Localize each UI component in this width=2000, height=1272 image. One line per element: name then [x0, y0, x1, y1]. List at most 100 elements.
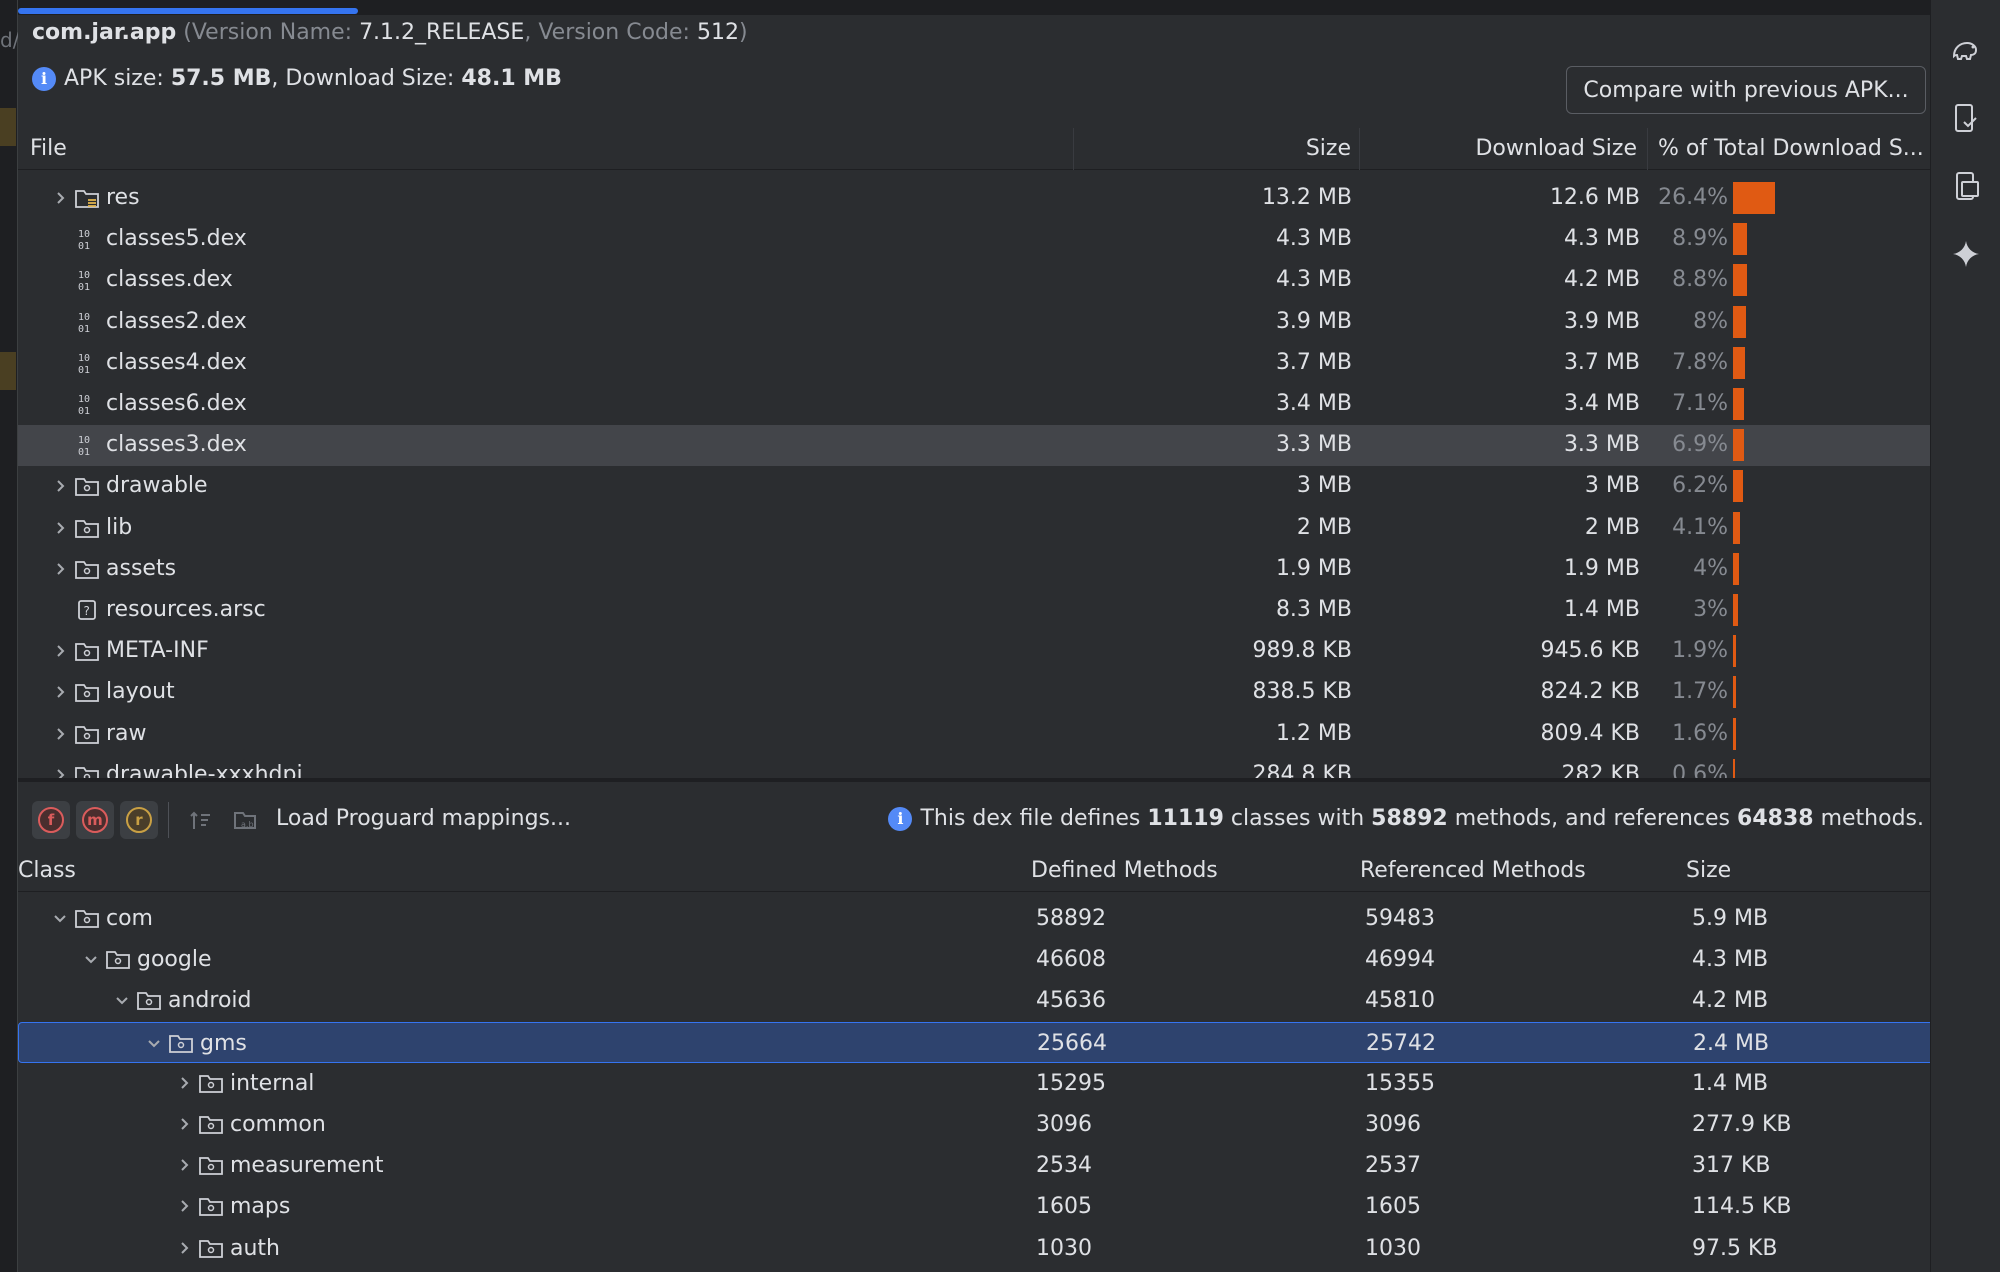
file-download-percent: 6.2% [1672, 473, 1728, 499]
file-row[interactable]: 10 01 classes.dex 4.3 MB 4.2 MB 8.8% [18, 260, 1930, 301]
download-percent-bar [1733, 429, 1744, 462]
download-percent-bar [1733, 264, 1747, 297]
chevron-down-icon[interactable] [144, 1033, 164, 1053]
file-download-size: 3.4 MB [1563, 391, 1640, 416]
folder-icon [74, 638, 100, 664]
chevron-right-icon[interactable] [50, 765, 70, 778]
class-name: measurement [230, 1153, 384, 1179]
file-download-size: 4.3 MB [1563, 226, 1640, 252]
file-row[interactable]: 10 01 classes3.dex 3.3 MB 3.3 MB 6.9% [18, 425, 1930, 467]
load-proguard-mappings-link[interactable]: Load Proguard mappings... [276, 806, 571, 831]
chevron-right-icon[interactable] [50, 559, 70, 579]
file-row[interactable]: assets 1.9 MB 1.9 MB 4% [18, 549, 1930, 590]
svg-text:10: 10 [78, 270, 90, 281]
chevron-right-icon[interactable] [50, 724, 70, 744]
class-row[interactable]: android 45636 45810 4.2 MB [18, 980, 1948, 1021]
info-icon: i [32, 66, 56, 91]
gemini-sparkle-icon[interactable] [1948, 236, 1984, 272]
class-row[interactable]: common 3096 3096 277.9 KB [18, 1104, 1948, 1145]
sort-icon[interactable] [186, 805, 216, 835]
class-row[interactable]: maps 1605 1605 114.5 KB [18, 1186, 1948, 1227]
package-view-icon[interactable]: a.b [230, 805, 260, 835]
chevron-down-icon[interactable] [50, 908, 70, 928]
chevron-right-icon[interactable] [50, 476, 70, 496]
show-methods-button[interactable]: m [76, 801, 114, 839]
device-explorer-icon[interactable] [1948, 168, 1984, 204]
class-size: 2.4 MB [1693, 1030, 1770, 1056]
column-referenced-methods[interactable]: Referenced Methods [1360, 858, 1586, 883]
file-row[interactable]: 10 01 classes4.dex 3.7 MB 3.7 MB 7.8% [18, 343, 1930, 384]
info-icon: i [888, 806, 913, 831]
file-download-percent: 8% [1693, 308, 1728, 334]
file-row[interactable]: 10 01 classes6.dex 3.4 MB 3.4 MB 7.1% [18, 384, 1930, 425]
compare-apk-button[interactable]: Compare with previous APK... [1566, 66, 1926, 114]
file-row[interactable]: res 13.2 MB 12.6 MB 26.4% [18, 178, 1930, 219]
chevron-right-icon[interactable] [174, 1114, 194, 1134]
file-name: assets [106, 555, 177, 581]
file-size: 1.9 MB [1275, 555, 1352, 581]
device-manager-icon[interactable] [1948, 100, 1984, 136]
file-row[interactable]: META-INF 989.8 KB 945.6 KB 1.9% [18, 631, 1930, 672]
file-download-percent: 8.9% [1672, 226, 1728, 252]
download-size-value: 48.1 MB [461, 66, 562, 91]
svg-text:01: 01 [78, 447, 90, 457]
column-class-size[interactable]: Size [1686, 858, 1731, 883]
file-row[interactable]: 10 01 classes5.dex 4.3 MB 4.3 MB 8.9% [18, 219, 1930, 260]
chevron-right-icon[interactable] [50, 188, 70, 208]
show-fields-button[interactable]: f [32, 801, 70, 839]
defined-methods: 2534 [1036, 1153, 1092, 1179]
file-row[interactable]: 10 01 classes2.dex 3.9 MB 3.9 MB 8% [18, 302, 1930, 343]
gradle-elephant-icon[interactable] [1948, 32, 1984, 68]
file-row[interactable]: layout 838.5 KB 824.2 KB 1.7% [18, 672, 1930, 713]
column-file[interactable]: File [18, 127, 1074, 170]
class-row[interactable]: auth 1030 1030 97.5 KB [18, 1228, 1948, 1269]
file-download-size: 809.4 KB [1540, 720, 1641, 746]
file-row[interactable]: ? resources.arsc 8.3 MB 1.4 MB 3% [18, 590, 1930, 631]
file-size: 838.5 KB [1252, 679, 1353, 705]
file-download-percent: 1.7% [1672, 679, 1728, 705]
class-size: 277.9 KB [1692, 1112, 1792, 1137]
class-row[interactable]: internal 15295 15355 1.4 MB [18, 1063, 1948, 1104]
chevron-right-icon[interactable] [50, 682, 70, 702]
class-name: internal [230, 1070, 315, 1096]
file-name: drawable [106, 473, 208, 499]
file-download-size: 3.3 MB [1563, 432, 1640, 458]
file-name: classes5.dex [106, 226, 247, 252]
file-row[interactable]: lib 2 MB 2 MB 4.1% [18, 508, 1930, 549]
chevron-right-icon[interactable] [174, 1196, 194, 1216]
file-row[interactable]: drawable-xxxhdpi 284.8 KB 282 KB 0.6% [18, 755, 1930, 778]
column-download-size[interactable]: Download Size [1360, 127, 1648, 170]
column-percent-download[interactable]: % of Total Download S... [1648, 128, 1930, 170]
column-size[interactable]: Size [1074, 127, 1360, 170]
chevron-down-icon[interactable] [112, 990, 132, 1010]
chevron-right-icon[interactable] [174, 1238, 194, 1258]
file-size: 2 MB [1296, 514, 1352, 540]
class-table-header: Class Defined Methods Referenced Methods… [18, 850, 1930, 892]
class-size: 4.2 MB [1692, 988, 1769, 1014]
chevron-right-icon[interactable] [50, 518, 70, 538]
dex-file-icon: 10 01 [74, 267, 100, 293]
chevron-right-icon[interactable] [174, 1073, 194, 1093]
column-class[interactable]: Class [18, 858, 76, 883]
class-size: 97.5 KB [1692, 1235, 1778, 1261]
file-name: META-INF [106, 638, 209, 664]
class-row[interactable]: com 58892 59483 5.9 MB [18, 898, 1948, 939]
class-row[interactable]: google 46608 46994 4.3 MB [18, 939, 1948, 980]
chevron-down-icon[interactable] [81, 949, 101, 969]
class-row[interactable]: measurement 2534 2537 317 KB [18, 1145, 1948, 1186]
svg-text:01: 01 [78, 406, 90, 416]
chevron-right-icon[interactable] [174, 1155, 194, 1175]
file-download-percent: 26.4% [1658, 185, 1728, 210]
chevron-right-icon[interactable] [50, 641, 70, 661]
file-size: 13.2 MB [1261, 185, 1352, 210]
panel-splitter[interactable] [18, 778, 1930, 782]
svg-text:10: 10 [78, 229, 90, 240]
class-row[interactable]: gms 25664 25742 2.4 MB [18, 1021, 1948, 1063]
class-size: 317 KB [1692, 1153, 1771, 1179]
file-row[interactable]: drawable 3 MB 3 MB 6.2% [18, 466, 1930, 507]
folder-icon [74, 762, 100, 778]
column-defined-methods[interactable]: Defined Methods [1031, 858, 1218, 883]
file-row[interactable]: raw 1.2 MB 809.4 KB 1.6% [18, 714, 1930, 755]
version-code: 512 [696, 20, 739, 45]
show-referenced-methods-button[interactable]: r [120, 801, 158, 839]
